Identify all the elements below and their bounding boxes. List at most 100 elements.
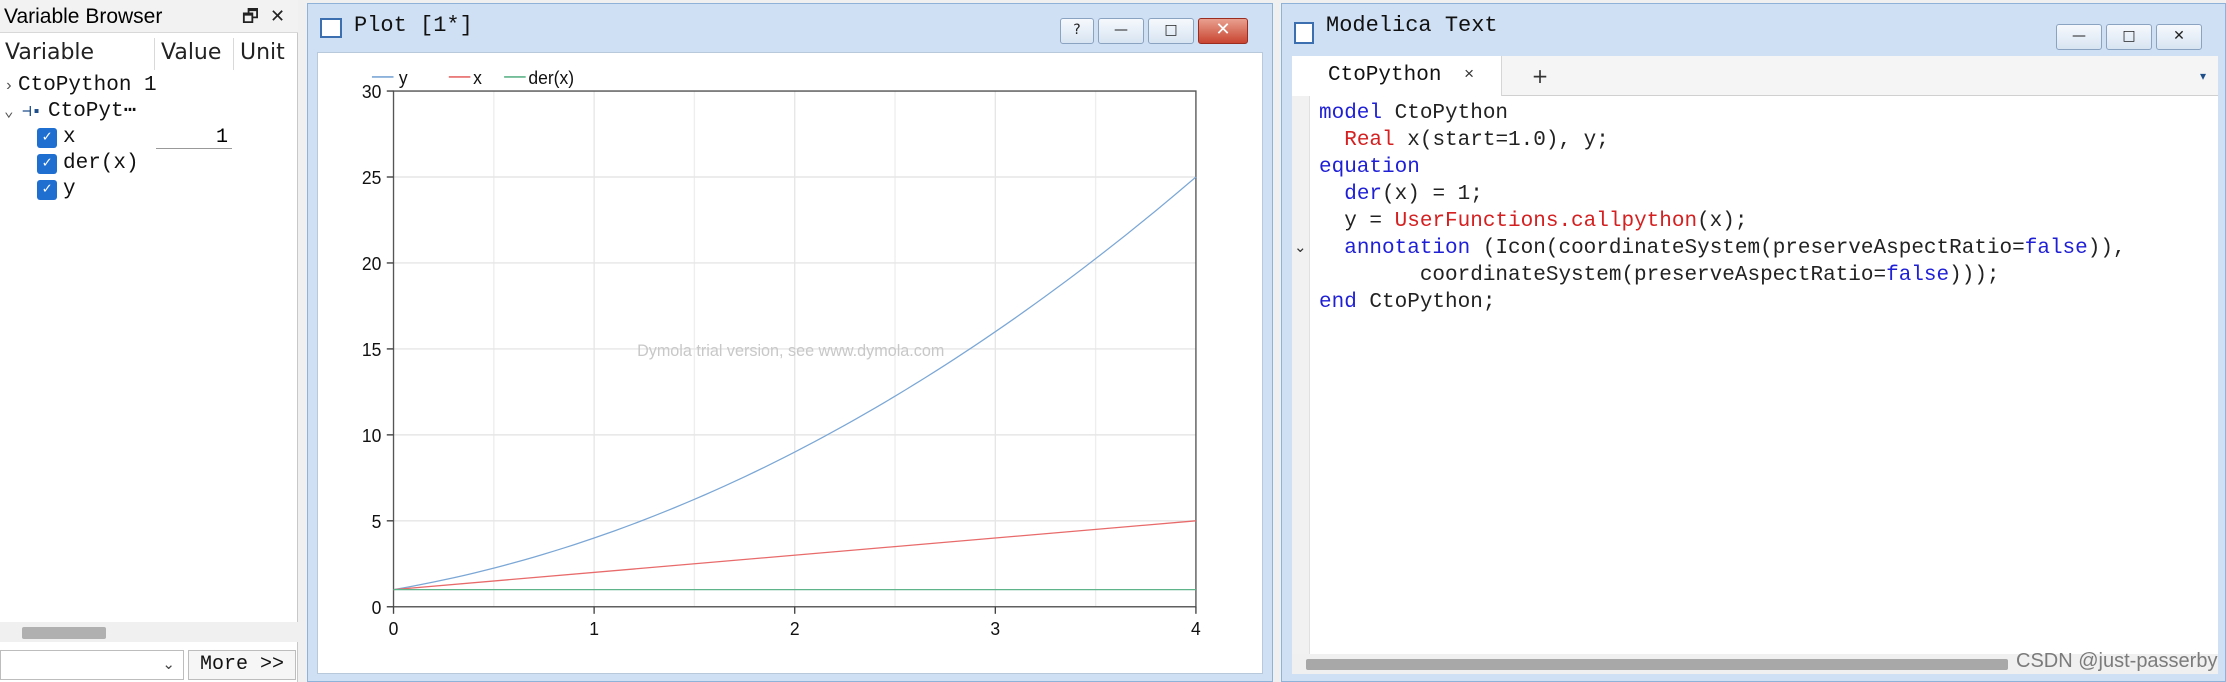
checkbox-checked-icon[interactable]: ✓ xyxy=(37,180,57,200)
code-token: UserFunctions.callpython xyxy=(1394,210,1698,233)
code-token: Real xyxy=(1344,129,1395,152)
y-tick-label: 25 xyxy=(362,168,382,188)
filter-combobox[interactable]: ⌄ xyxy=(0,650,184,680)
close-icon[interactable]: × xyxy=(1464,56,1474,96)
code-token: (x) = 1; xyxy=(1382,183,1483,206)
code-token: CtoPython xyxy=(1382,102,1509,125)
tree-item-ctopython[interactable]: ⌄ ⊣▪ CtoPyt⋯ xyxy=(0,99,298,125)
float-panel-icon[interactable]: 🗗 xyxy=(242,0,259,33)
legend-label: der(x) xyxy=(528,68,574,88)
y-tick-label: 10 xyxy=(362,426,382,446)
y-tick-label: 30 xyxy=(362,82,382,102)
tree-item-der-x[interactable]: ✓ der(x) xyxy=(0,151,298,177)
maximize-button[interactable]: □ xyxy=(2106,24,2152,50)
y-tick-label: 15 xyxy=(362,340,382,360)
code-token: CtoPython; xyxy=(1356,291,1496,314)
tab-menu-icon[interactable]: ▾ xyxy=(2200,56,2216,96)
code-token: ))); xyxy=(1949,264,2000,287)
column-value[interactable]: Value xyxy=(161,40,221,65)
x-tick-label: 4 xyxy=(1191,619,1201,639)
y-tick-label: 0 xyxy=(372,597,382,617)
tree-item-x[interactable]: ✓ x xyxy=(0,125,298,151)
code-token: y = xyxy=(1319,210,1395,233)
help-button[interactable]: ? xyxy=(1060,18,1094,44)
code-token: coordinateSystem(preserveAspectRatio= xyxy=(1319,264,1887,287)
plot-window: Plot [1*] ? — □ ✕ 0 1 2 3 4 0 5 10 15 20 25 30 Dymol… xyxy=(307,3,1273,682)
scrollbar-thumb[interactable] xyxy=(22,627,106,639)
close-button[interactable]: ✕ xyxy=(1198,18,1248,44)
variable-label: x xyxy=(63,126,76,149)
x-tick-label: 1 xyxy=(589,619,599,639)
x-value-field[interactable]: 1 xyxy=(156,127,232,149)
code-token: der xyxy=(1344,183,1383,206)
code-line: der(x) = 1; xyxy=(1319,181,1483,208)
chart-group: 0 1 2 3 4 0 5 10 15 20 25 30 Dymola trial version, s… xyxy=(362,68,1201,639)
code-token: (Icon(coordinateSystem(preserveAspectRat… xyxy=(1470,237,2025,260)
code-line: end CtoPython; xyxy=(1319,289,1495,316)
add-tab-icon[interactable]: + xyxy=(1528,56,1552,96)
plot-area[interactable]: 0 1 2 3 4 0 5 10 15 20 25 30 Dymola trial version, s… xyxy=(317,52,1263,674)
x-tick-label: 2 xyxy=(790,619,800,639)
csdn-watermark: CSDN @just-passerby xyxy=(2016,650,2218,672)
code-token: model xyxy=(1319,102,1383,125)
tree-item-ctopython-1[interactable]: › CtoPython 1 xyxy=(0,73,298,99)
variable-label: y xyxy=(63,178,76,201)
plot-window-icon xyxy=(320,18,342,38)
model-icon: ⊣▪ xyxy=(22,103,42,121)
variable-label: der(x) xyxy=(63,152,139,175)
x-tick-label: 3 xyxy=(990,619,1000,639)
checkbox-checked-icon[interactable]: ✓ xyxy=(37,128,57,148)
code-line: coordinateSystem(preserveAspectRatio=fal… xyxy=(1319,262,2000,289)
trial-watermark: Dymola trial version, see www.dymola.com xyxy=(637,341,944,360)
y-tick-label: 5 xyxy=(372,512,382,532)
code-token: false xyxy=(2024,237,2088,260)
more-button[interactable]: More >> xyxy=(188,650,296,680)
variable-browser-title-text: Variable Browser xyxy=(4,5,163,28)
chevron-down-icon[interactable]: ⌄ xyxy=(4,99,14,125)
close-panel-icon[interactable]: ✕ xyxy=(270,0,285,33)
minimize-button[interactable]: — xyxy=(1098,18,1144,44)
column-variable[interactable]: Variable xyxy=(5,40,94,65)
column-unit[interactable]: Unit xyxy=(240,40,285,65)
variable-browser-title: Variable Browser 🗗 ✕ xyxy=(0,0,298,33)
editor-gutter xyxy=(1292,96,1310,654)
chevron-down-icon[interactable]: ⌄ xyxy=(162,655,175,673)
modelica-text-window: Modelica Text — □ ✕ CtoPython × + ▾ ⌄ mo… xyxy=(1281,3,2226,682)
checkbox-checked-icon[interactable]: ✓ xyxy=(37,154,57,174)
tree-item-y[interactable]: ✓ y xyxy=(0,177,298,203)
tree-item-label: CtoPyt⋯ xyxy=(48,100,137,123)
code-token: end xyxy=(1319,291,1357,314)
code-token: false xyxy=(1886,264,1950,287)
code-line: equation xyxy=(1319,154,1420,181)
code-token: annotation xyxy=(1344,237,1471,260)
tree-item-label: CtoPython 1 xyxy=(18,74,157,97)
variable-browser-panel: Variable Browser 🗗 ✕ Variable Value Unit… xyxy=(0,0,298,682)
line-chart[interactable]: 0 1 2 3 4 0 5 10 15 20 25 30 Dymola trial version, s… xyxy=(318,53,1262,673)
code-line: annotation (Icon(coordinateSystem(preser… xyxy=(1319,235,2125,262)
fold-chevron-icon[interactable]: ⌄ xyxy=(1294,238,1307,256)
code-line: y = UserFunctions.callpython(x); xyxy=(1319,208,1748,235)
maximize-button[interactable]: □ xyxy=(1148,18,1194,44)
x-tick-label: 0 xyxy=(389,619,399,639)
variable-table-header: Variable Value Unit xyxy=(0,38,298,70)
close-button[interactable]: ✕ xyxy=(2156,24,2202,50)
plot-window-title: Plot [1*] xyxy=(354,13,473,38)
tab-ctopython[interactable]: CtoPython × xyxy=(1292,56,1502,96)
chevron-right-icon[interactable]: › xyxy=(4,73,14,99)
code-token: x(start=1.0), y; xyxy=(1394,129,1609,152)
code-line: model CtoPython xyxy=(1319,100,1508,127)
code-editor[interactable]: ⌄ model CtoPython Real x(start=1.0), y; e… xyxy=(1292,96,2218,654)
scrollbar-thumb[interactable] xyxy=(1306,659,2008,670)
code-line: Real x(start=1.0), y; xyxy=(1319,127,1609,154)
code-token: (x); xyxy=(1697,210,1748,233)
legend-label: x xyxy=(473,68,482,88)
editor-tab-bar: CtoPython × + ▾ xyxy=(1292,56,2218,96)
tab-label: CtoPython xyxy=(1328,64,1442,87)
code-token: equation xyxy=(1319,156,1420,179)
document-icon xyxy=(1294,22,1314,44)
legend-label: y xyxy=(399,68,408,88)
minimize-button[interactable]: — xyxy=(2056,24,2102,50)
